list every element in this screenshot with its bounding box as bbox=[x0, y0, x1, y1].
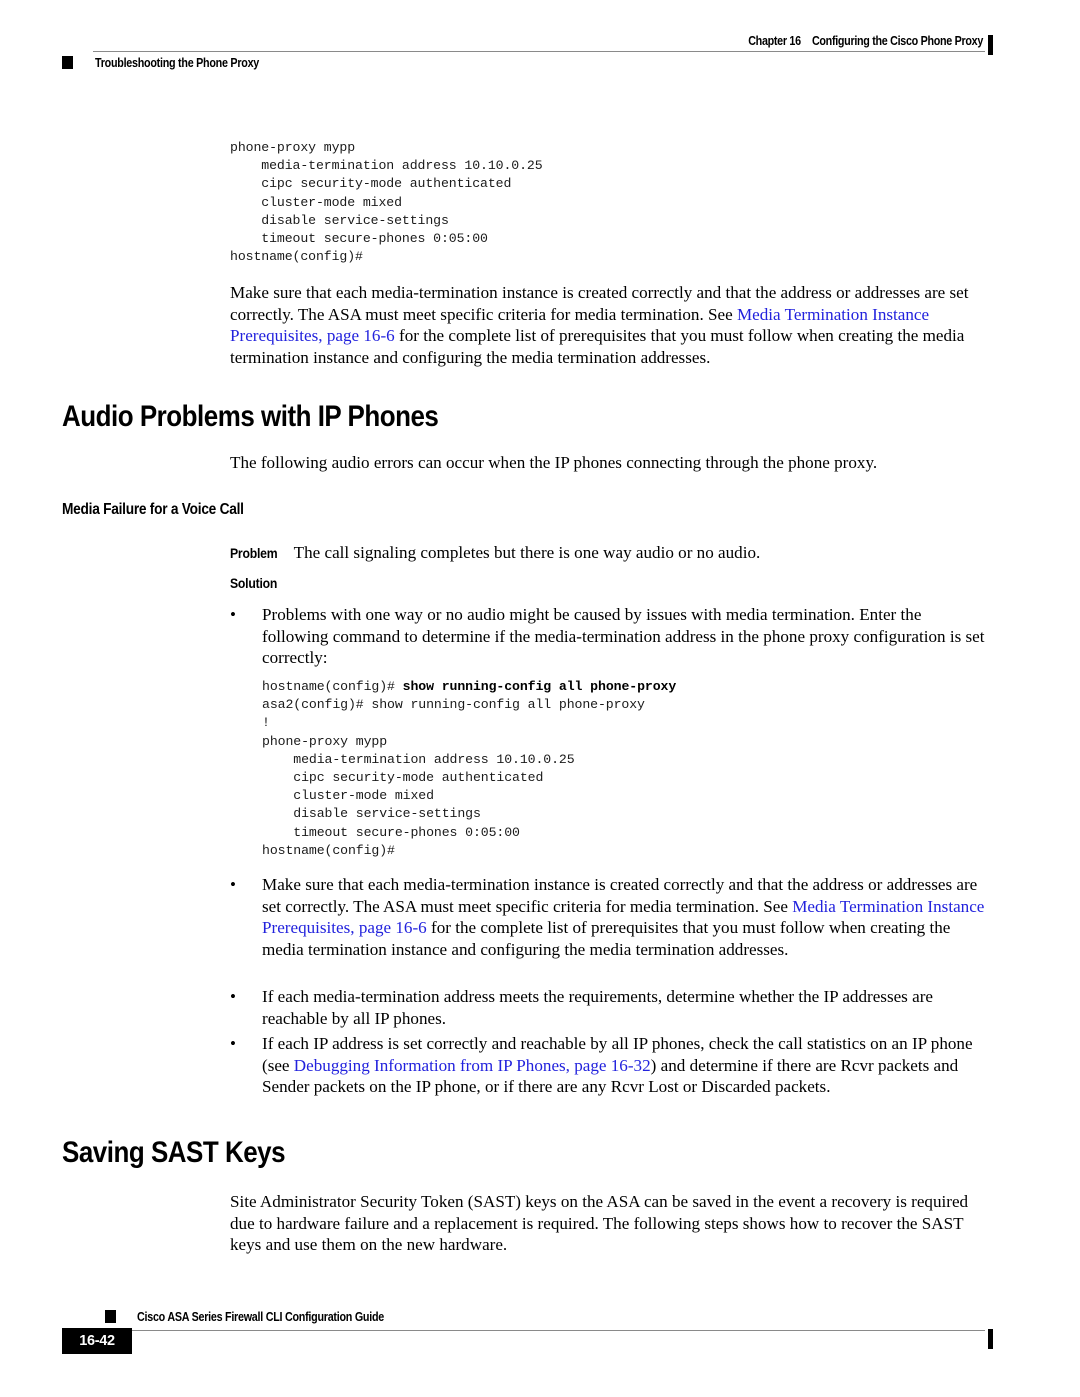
header-chapter-line: Chapter 16 Configuring the Cisco Phone Pr… bbox=[748, 34, 983, 48]
footer-rule bbox=[117, 1330, 985, 1331]
paragraph-media-termination-check: Make sure that each media-termination in… bbox=[230, 282, 990, 368]
list-item: • If each IP address is set correctly an… bbox=[230, 1033, 992, 1098]
heading-media-failure-for-a-voice-call: Media Failure for a Voice Call bbox=[62, 501, 244, 518]
cli-prompt: hostname(config)# bbox=[262, 679, 403, 694]
paragraph-audio-errors-intro: The following audio errors can occur whe… bbox=[230, 453, 878, 472]
list-item: • Problems with one way or no audio migh… bbox=[230, 604, 992, 669]
heading-saving-sast-keys: Saving SAST Keys bbox=[62, 1136, 286, 1169]
cli-output: asa2(config)# show running-config all ph… bbox=[262, 697, 645, 858]
header-chapter-number: Chapter 16 bbox=[748, 34, 801, 48]
problem-label: Problem bbox=[230, 546, 278, 561]
cli-block-config-output-1: phone-proxy mypp media-termination addre… bbox=[230, 140, 543, 265]
page-header: Chapter 16 Configuring the Cisco Phone Pr… bbox=[0, 0, 1080, 86]
list-item-text: If each media-termination address meets … bbox=[262, 987, 933, 1028]
footer-page-number: 16-42 bbox=[62, 1328, 132, 1354]
solution-label: Solution bbox=[230, 576, 278, 591]
bullet-marker-icon: • bbox=[230, 605, 236, 624]
bullet-marker-icon: • bbox=[230, 987, 236, 1006]
footer-rule-end-tick bbox=[988, 1329, 993, 1349]
header-running-head: Troubleshooting the Phone Proxy bbox=[95, 56, 260, 70]
bullet-marker-icon: • bbox=[230, 1034, 236, 1053]
footer-square-bullet-icon bbox=[105, 1310, 116, 1323]
header-rule bbox=[93, 51, 985, 52]
list-item-text: If each IP address is set correctly and … bbox=[262, 1033, 992, 1098]
header-rule-end-tick bbox=[988, 35, 993, 55]
list-item-text: Problems with one way or no audio might … bbox=[262, 605, 985, 668]
bullet-marker-icon: • bbox=[230, 875, 236, 894]
header-square-bullet-icon bbox=[62, 56, 73, 69]
link-debugging-information-from-ip-phones[interactable]: Debugging Information from IP Phones, pa… bbox=[294, 1056, 651, 1075]
cli-block-show-running-config: hostname(config)# show running-config al… bbox=[262, 678, 962, 860]
heading-audio-problems-with-ip-phones: Audio Problems with IP Phones bbox=[62, 400, 439, 433]
problem-text: The call signaling completes but there i… bbox=[293, 543, 761, 562]
problem-statement: Problem The call signaling completes but … bbox=[230, 542, 990, 565]
footer-guide-title: Cisco ASA Series Firewall CLI Configurat… bbox=[137, 1310, 384, 1324]
list-item: • Make sure that each media-termination … bbox=[230, 874, 992, 960]
paragraph-sast-keys-intro: Site Administrator Security Token (SAST)… bbox=[230, 1192, 969, 1255]
solution-block: Solution bbox=[230, 575, 282, 593]
list-item-text: Make sure that each media-termination in… bbox=[262, 874, 992, 960]
list-item: • If each media-termination address meet… bbox=[230, 986, 992, 1029]
cli-command: show running-config all phone-proxy bbox=[402, 679, 677, 694]
header-chapter-title: Configuring the Cisco Phone Proxy bbox=[811, 34, 983, 48]
